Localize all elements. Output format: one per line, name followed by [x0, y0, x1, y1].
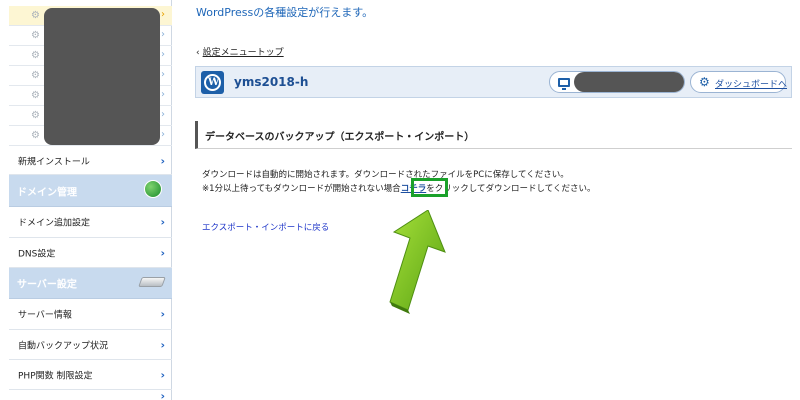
hint-suffix: をクリックしてダウンロードしてください。 — [426, 184, 596, 194]
section-heading: データベースのバックアップ（エクスポート・インポート） — [195, 121, 792, 149]
page-description: WordPressの各種設定が行えます。 — [196, 6, 374, 19]
site-bar: W yms2018-h ⚙ ダッシュボードへ — [195, 66, 792, 98]
site-name: yms2018-h — [234, 75, 309, 89]
chevron-right-icon: › — [160, 246, 165, 259]
sidebar-item-partial[interactable]: › — [9, 390, 172, 400]
chevron-right-icon: › — [160, 338, 165, 351]
chevron-right-icon: › — [161, 69, 165, 80]
chevron-right-icon: › — [160, 215, 165, 229]
chevron-left-icon: ‹ — [196, 48, 200, 58]
sidebar-section-label: サーバー設定 — [17, 279, 77, 291]
pointer-arrow-icon — [389, 210, 446, 314]
gear-icon: ⚙ — [31, 10, 40, 21]
back-to-menu-link[interactable]: ‹ 設定メニュートップ — [196, 45, 284, 58]
dashboard-button[interactable]: ⚙ ダッシュボードへ — [690, 71, 788, 93]
hint-prefix: ※1分以上待ってもダウンロードが開始されない場合 — [202, 184, 401, 194]
sidebar-item-domain-add[interactable]: ドメイン追加設定 › — [9, 207, 172, 238]
site-url-button[interactable] — [549, 71, 685, 93]
return-export-import-link[interactable]: エクスポート・インポートに戻る — [202, 221, 329, 233]
gear-icon: ⚙ — [31, 90, 40, 101]
page: ⚙ › ⚙ › ⚙ › ⚙ › ⚙ › ⚙ › ⚙ › 新規インストール › ドメイン管理 ド… — [0, 0, 800, 400]
chevron-right-icon: › — [160, 389, 165, 400]
dashboard-label: ダッシュボードへ — [715, 80, 788, 90]
sidebar-item-label: PHP関数 制限設定 — [18, 371, 93, 381]
chevron-right-icon: › — [161, 9, 165, 20]
section-title: データベースのバックアップ（エクスポート・インポート） — [205, 132, 475, 143]
chevron-right-icon: › — [161, 129, 165, 140]
gear-icon: ⚙ — [31, 70, 40, 81]
gear-icon: ⚙ — [31, 110, 40, 121]
chevron-right-icon: › — [161, 49, 165, 60]
chevron-right-icon: › — [161, 89, 165, 100]
chevron-right-icon: › — [161, 109, 165, 120]
download-hint: ※1分以上待ってもダウンロードが開始されない場合コチラをクリックしてダウンロード… — [202, 182, 595, 194]
chevron-right-icon: › — [160, 307, 165, 321]
sidebar-item-label: 新規インストール — [18, 157, 90, 167]
gear-icon: ⚙ — [31, 30, 40, 41]
sidebar: ⚙ › ⚙ › ⚙ › ⚙ › ⚙ › ⚙ › ⚙ › 新規インストール › ドメイン管理 ド… — [9, 0, 172, 400]
sidebar-item-label: 自動バックアップ状況 — [18, 341, 109, 351]
sidebar-item-server-info[interactable]: サーバー情報 › — [9, 299, 172, 330]
server-icon — [138, 277, 166, 287]
sidebar-item-dns[interactable]: DNS設定 › — [9, 238, 172, 268]
download-message: ダウンロードは自動的に開始されます。ダウンロードされたファイルをPCに保存してく… — [202, 170, 569, 180]
redacted-url — [574, 72, 684, 92]
sidebar-item-label: ドメイン追加設定 — [18, 218, 91, 229]
gear-icon: ⚙ — [31, 130, 40, 141]
chevron-right-icon: › — [160, 368, 165, 381]
sidebar-item-php-restrict[interactable]: PHP関数 制限設定 › — [9, 360, 172, 390]
globe-icon — [144, 180, 162, 198]
monitor-icon — [558, 78, 570, 90]
chevron-right-icon: › — [161, 29, 165, 40]
sidebar-section-server: サーバー設定 — [9, 268, 172, 299]
gear-icon: ⚙ — [31, 50, 40, 61]
sidebar-item-label: DNS設定 — [18, 249, 56, 259]
sidebar-item-new-install[interactable]: 新規インストール › — [9, 147, 172, 175]
back-link-label: 設定メニュートップ — [202, 48, 284, 58]
sidebar-section-domain: ドメイン管理 — [9, 175, 172, 207]
sidebar-item-auto-backup[interactable]: 自動バックアップ状況 › — [9, 330, 172, 360]
sidebar-section-label: ドメイン管理 — [17, 187, 77, 198]
chevron-right-icon: › — [160, 154, 165, 167]
redacted-area — [44, 8, 160, 145]
highlight-box — [411, 178, 448, 197]
gear-icon: ⚙ — [699, 75, 710, 89]
sidebar-item-label: サーバー情報 — [18, 310, 72, 321]
wordpress-icon: W — [201, 71, 224, 94]
